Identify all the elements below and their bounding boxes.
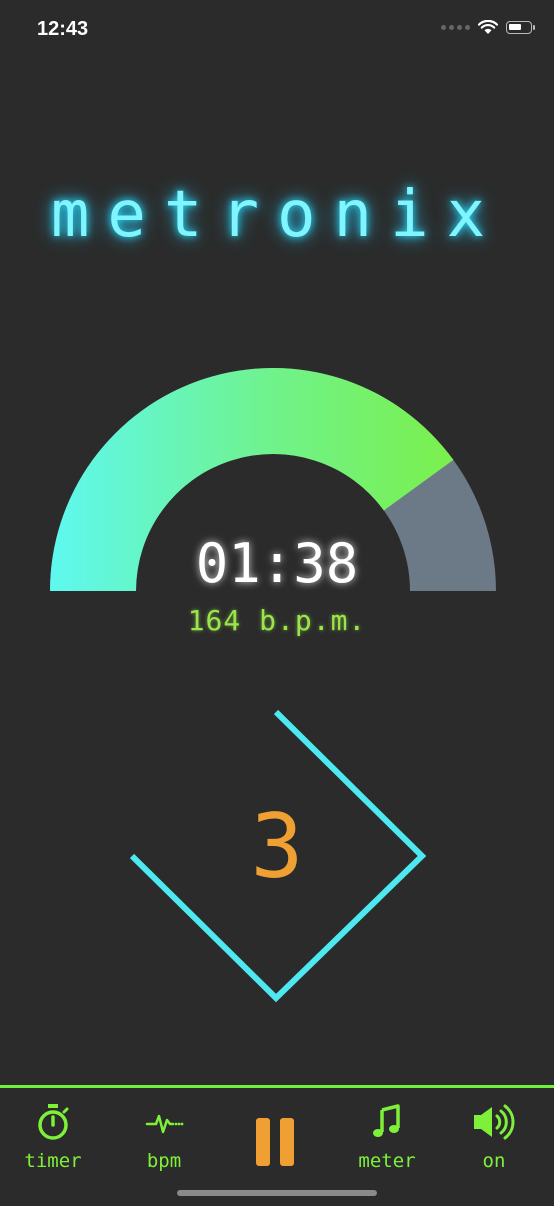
status-icons xyxy=(441,20,535,35)
beat-count: 3 xyxy=(250,795,304,898)
signal-dots-icon xyxy=(441,25,470,30)
app-title: metronix xyxy=(50,178,504,252)
bpm-readout: 164 b.p.m. xyxy=(187,604,367,637)
wifi-icon xyxy=(478,20,498,34)
pause-button[interactable] xyxy=(252,1118,298,1170)
heartbeat-icon xyxy=(145,1114,184,1134)
status-bar: 12:43 xyxy=(0,0,554,64)
tab-timer[interactable]: timer xyxy=(3,1102,103,1172)
home-indicator xyxy=(177,1190,377,1196)
tab-bpm-label: bpm xyxy=(146,1150,182,1172)
tab-sound-label: on xyxy=(482,1150,506,1172)
status-time: 12:43 xyxy=(37,18,89,40)
tab-timer-label: timer xyxy=(24,1150,82,1172)
stopwatch-icon xyxy=(38,1104,69,1140)
elapsed-time: 01:38 xyxy=(195,532,359,595)
tab-meter[interactable]: meter xyxy=(337,1102,437,1172)
pause-icon-bar-left xyxy=(256,1118,270,1166)
tab-meter-label: meter xyxy=(358,1150,416,1172)
speaker-icon xyxy=(474,1104,515,1140)
music-note-icon xyxy=(373,1104,400,1137)
tab-bpm[interactable]: bpm xyxy=(114,1102,214,1172)
pause-icon-bar-right xyxy=(280,1118,294,1166)
tab-sound[interactable]: on xyxy=(444,1102,544,1172)
battery-icon xyxy=(506,21,535,34)
